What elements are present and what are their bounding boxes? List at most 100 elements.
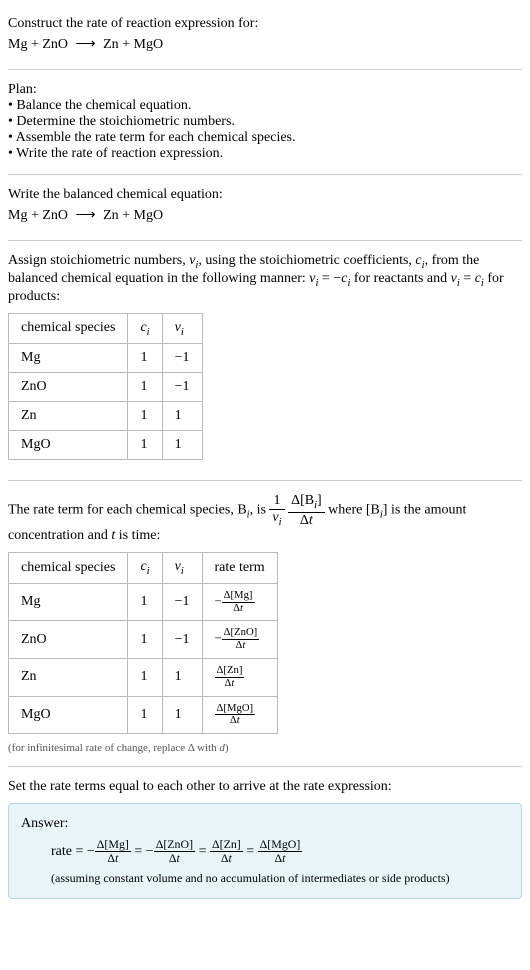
cell-nu: 1 — [162, 696, 202, 734]
eq-lhs: Mg + ZnO — [8, 208, 68, 223]
fraction: 1νi — [269, 493, 284, 528]
text: = − — [318, 271, 341, 286]
cell-species: Zn — [9, 402, 128, 431]
divider — [8, 240, 522, 241]
stoich-intro: Assign stoichiometric numbers, νi, using… — [8, 253, 522, 305]
eq-sign: = — [134, 844, 145, 859]
cell-c: 1 — [128, 621, 162, 659]
text: Δ — [221, 851, 229, 865]
text: = — [460, 271, 475, 286]
divider — [8, 174, 522, 175]
subscript: i — [279, 517, 282, 528]
cell-species: ZnO — [9, 621, 128, 659]
t-var: t — [177, 851, 180, 865]
subscript: i — [147, 326, 150, 337]
cell-c: 1 — [128, 696, 162, 734]
denominator: Δt — [95, 852, 131, 865]
problem-header: Construct the rate of reaction expressio… — [8, 8, 522, 65]
text: for reactants and — [350, 271, 450, 286]
cell-species: Zn — [9, 658, 128, 696]
fraction: Δ[Bi]Δt — [288, 493, 325, 528]
eq-rhs: Zn + MgO — [103, 37, 163, 52]
subscript: i — [147, 566, 150, 577]
table-header-row: chemical species ci νi — [9, 313, 203, 344]
fraction: Δ[ZnO]Δt — [222, 627, 260, 652]
text: Δ[B — [291, 493, 314, 508]
rate-word: rate = — [51, 844, 87, 859]
t-var: t — [229, 851, 232, 865]
t-var: t — [309, 513, 313, 528]
table-row: ZnO1−1−Δ[ZnO]Δt — [9, 621, 278, 659]
balanced-equation: Mg + ZnO ⟶ Zn + MgO — [8, 203, 522, 228]
rate-term-section: The rate term for each chemical species,… — [8, 485, 522, 762]
cell-c: 1 — [128, 344, 162, 373]
cell-c: 1 — [128, 373, 162, 402]
sign: − — [215, 594, 222, 608]
table-header-row: chemical species ci νi rate term — [9, 553, 278, 584]
cell-rate: −Δ[Mg]Δt — [202, 583, 277, 621]
numerator: Δ[Zn] — [210, 838, 243, 852]
cell-species: ZnO — [9, 373, 128, 402]
numerator: Δ[MgO] — [258, 838, 303, 852]
text: , is — [250, 503, 270, 518]
problem-equation: Mg + ZnO ⟶ Zn + MgO — [8, 32, 522, 57]
rate-term-intro: The rate term for each chemical species,… — [8, 493, 522, 544]
answer-equation: rate = −Δ[Mg]Δt = −Δ[ZnO]Δt = Δ[Zn]Δt = … — [21, 838, 509, 865]
table-row: ZnO1−1 — [9, 373, 203, 402]
cell-species: Mg — [9, 583, 128, 621]
cell-species: MgO — [9, 431, 128, 460]
fraction: Δ[Zn]Δt — [215, 665, 245, 690]
cell-c: 1 — [128, 658, 162, 696]
col-nu: νi — [162, 313, 202, 344]
numerator: 1 — [269, 493, 284, 509]
text: Δ — [169, 851, 177, 865]
plan-item: • Determine the stoichiometric numbers. — [8, 114, 522, 130]
fraction: Δ[Mg]Δt — [95, 838, 131, 865]
numerator: Δ[ZnO] — [154, 838, 195, 852]
divider — [8, 766, 522, 767]
denominator: νi — [269, 510, 284, 528]
denominator: Δt — [154, 852, 195, 865]
cell-nu: −1 — [162, 583, 202, 621]
t-var: t — [115, 851, 118, 865]
fraction: Δ[MgO]Δt — [258, 838, 303, 865]
text: ) — [225, 742, 229, 754]
cell-rate: Δ[MgO]Δt — [202, 696, 277, 734]
denominator: Δt — [222, 603, 255, 615]
answer-note: (assuming constant volume and no accumul… — [21, 871, 509, 886]
cell-c: 1 — [128, 402, 162, 431]
reaction-arrow-icon: ⟶ — [76, 36, 96, 53]
cell-rate: −Δ[ZnO]Δt — [202, 621, 277, 659]
table-row: MgO11Δ[MgO]Δt — [9, 696, 278, 734]
fraction: Δ[Mg]Δt — [222, 590, 255, 615]
col-c: ci — [128, 313, 162, 344]
neg-sign: − — [146, 844, 154, 859]
balanced-title: Write the balanced chemical equation: — [8, 187, 522, 203]
numerator: Δ[Mg] — [95, 838, 131, 852]
table-row: MgO11 — [9, 431, 203, 460]
cell-species: Mg — [9, 344, 128, 373]
eq-rhs: Zn + MgO — [103, 208, 163, 223]
cell-c: 1 — [128, 431, 162, 460]
cell-species: MgO — [9, 696, 128, 734]
table-row: Mg1−1−Δ[Mg]Δt — [9, 583, 278, 621]
eq-sign: = — [246, 844, 257, 859]
t-var: t — [237, 714, 240, 726]
cell-nu: 1 — [162, 658, 202, 696]
answer-label: Answer: — [21, 816, 509, 832]
text: Δ — [233, 602, 240, 614]
fraction: Δ[MgO]Δt — [215, 703, 256, 728]
reaction-arrow-icon: ⟶ — [76, 207, 96, 224]
numerator: Δ[Bi] — [288, 493, 325, 512]
cell-nu: −1 — [162, 344, 202, 373]
denominator: Δt — [215, 678, 245, 690]
sign: − — [215, 632, 222, 646]
divider — [8, 480, 522, 481]
cell-nu: 1 — [162, 431, 202, 460]
balanced-section: Write the balanced chemical equation: Mg… — [8, 179, 522, 236]
stoich-table: chemical species ci νi Mg1−1 ZnO1−1 Zn11… — [8, 313, 203, 461]
divider — [8, 69, 522, 70]
t-var: t — [282, 851, 285, 865]
plan-item: • Assemble the rate term for each chemic… — [8, 130, 522, 146]
text: Assign stoichiometric numbers, — [8, 253, 189, 268]
